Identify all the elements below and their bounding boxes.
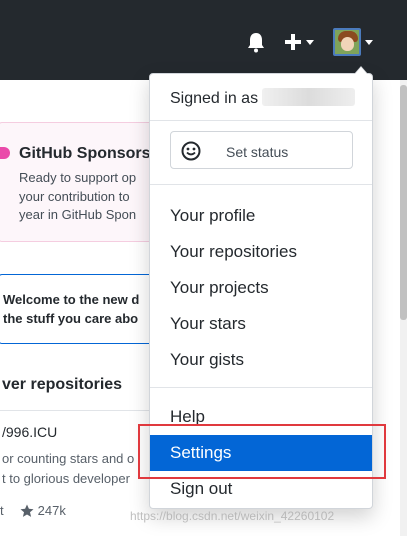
repo-description-line: t to glorious developer bbox=[2, 471, 130, 486]
sponsors-text-line: Ready to support op bbox=[19, 170, 137, 185]
menu-item-your-profile[interactable]: Your profile bbox=[150, 198, 372, 234]
scrollbar-thumb[interactable] bbox=[400, 85, 407, 320]
repo-description-line: or counting stars and o bbox=[2, 451, 135, 466]
redacted-username bbox=[262, 88, 355, 106]
plus-icon bbox=[285, 34, 301, 50]
repo-link[interactable]: /996.ICU bbox=[2, 424, 57, 440]
bell-icon[interactable] bbox=[245, 31, 267, 53]
caret-down-icon bbox=[365, 39, 373, 45]
discover-repositories-heading: ver repositories bbox=[2, 376, 123, 393]
menu-item-your-repositories[interactable]: Your repositories bbox=[150, 234, 372, 270]
sponsors-text-line: your contribution to bbox=[19, 189, 130, 204]
annotation-highlight-box bbox=[138, 424, 386, 479]
create-new-menu[interactable] bbox=[283, 31, 317, 53]
dropdown-divider bbox=[150, 120, 372, 121]
repo-meta: t 247k bbox=[0, 503, 66, 518]
welcome-text-line: the stuff you care abo bbox=[3, 311, 139, 326]
dropdown-divider bbox=[150, 387, 372, 388]
menu-item-your-projects[interactable]: Your projects bbox=[150, 270, 372, 306]
watermark: https://blog.csdn.net/weixin_42260102 bbox=[130, 509, 335, 523]
welcome-text-line: Welcome to the new d bbox=[3, 292, 140, 307]
repo-star-count: 247k bbox=[37, 503, 66, 518]
star-icon bbox=[20, 504, 34, 517]
dropdown-divider bbox=[150, 184, 372, 185]
user-menu-button[interactable] bbox=[333, 26, 377, 58]
divider bbox=[0, 410, 150, 411]
welcome-banner bbox=[0, 274, 158, 344]
dropdown-caret-inner bbox=[355, 67, 367, 74]
sponsors-text-line: year in GitHub Spon bbox=[19, 207, 137, 222]
avatar bbox=[333, 28, 361, 56]
repo-language: t bbox=[0, 503, 4, 518]
signed-in-label: Signed in as bbox=[170, 90, 259, 107]
caret-down-icon bbox=[306, 39, 314, 45]
menu-item-your-gists[interactable]: Your gists bbox=[150, 342, 372, 378]
smiley-icon bbox=[181, 141, 201, 161]
menu-item-your-stars[interactable]: Your stars bbox=[150, 306, 372, 342]
sponsors-title: GitHub Sponsors bbox=[19, 145, 151, 162]
set-status-label: Set status bbox=[226, 144, 289, 160]
